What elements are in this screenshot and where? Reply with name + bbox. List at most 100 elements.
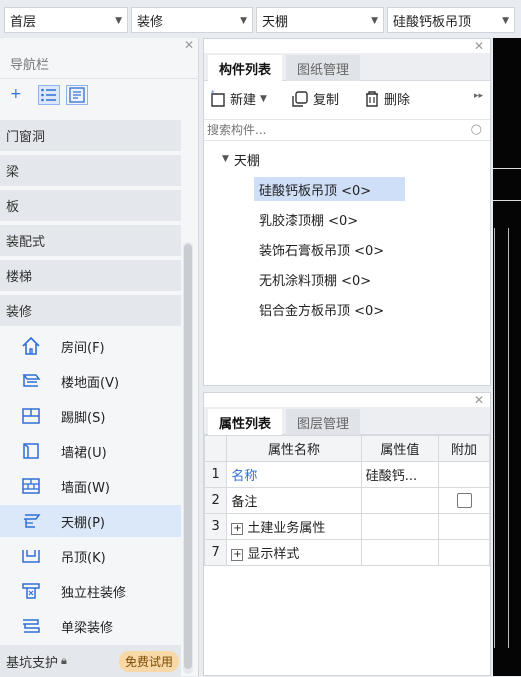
list-view-icon[interactable]: [38, 85, 60, 105]
nav-subitem-label: 吊顶(K): [61, 550, 106, 566]
nav-category-label: 门窗洞: [6, 130, 46, 145]
nav-subitem-ceiling[interactable]: 天棚(P): [0, 505, 181, 537]
nav-category-slab[interactable]: 板: [0, 190, 181, 222]
copy-icon: [292, 90, 308, 107]
canvas-border-line: [493, 200, 521, 201]
search-box[interactable]: ○: [204, 119, 490, 141]
tree-item[interactable]: 乳胶漆顶棚 <0>: [259, 207, 358, 231]
new-button-label: 新建: [230, 93, 257, 108]
property-value[interactable]: [360, 539, 440, 566]
close-icon[interactable]: ✕: [474, 393, 484, 407]
nav-subitem-label: 踢脚(S): [61, 410, 106, 426]
column-decor-icon: [20, 581, 42, 601]
nav-category-label: 楼梯: [6, 270, 33, 285]
properties-panel: 属性列表 图层管理 ✕ 属性名称 属性值 附加 1 名称 硅酸钙... 2 备注…: [203, 392, 491, 676]
category-select[interactable]: 装修 ▼: [131, 7, 253, 33]
table-row[interactable]: 2 备注: [203, 487, 490, 514]
element-type-select[interactable]: 天棚 ▼: [256, 7, 384, 33]
property-value[interactable]: [360, 513, 440, 540]
row-number: 2: [203, 487, 228, 514]
nav-subitem-wainscot[interactable]: 墙裙(U): [0, 435, 181, 467]
tree-item-selected[interactable]: 硅酸钙板吊顶 <0>: [254, 177, 405, 201]
tree-item[interactable]: 无机涂料顶棚 <0>: [259, 267, 371, 291]
chevron-down-icon: ▼: [260, 93, 267, 104]
subtype-select-value: 硅酸钙板吊顶: [393, 14, 472, 30]
nav-header-line: [0, 78, 199, 79]
tab-properties[interactable]: 属性列表: [208, 409, 282, 435]
nav-subitem-suspended-ceiling[interactable]: 吊顶(K): [0, 540, 181, 572]
new-button[interactable]: * 新建 ▼: [210, 89, 267, 109]
add-element-icon[interactable]: +: [10, 86, 28, 104]
skirting-icon: [20, 406, 42, 426]
table-row[interactable]: 3 + 土建业务属性: [203, 513, 490, 540]
nav-subitem-label: 独立柱装修: [61, 585, 127, 601]
search-input[interactable]: [207, 123, 457, 137]
nav-category-label: 装配式: [6, 235, 46, 250]
nav-category-label: 基坑支护: [6, 655, 59, 671]
property-value[interactable]: [360, 487, 440, 514]
close-icon[interactable]: ✕: [474, 39, 484, 53]
column-header-index: [203, 435, 228, 462]
wall-face-icon: [20, 476, 42, 496]
free-trial-badge[interactable]: 免费试用: [118, 651, 179, 672]
canvas-border-line: [493, 168, 521, 169]
tab-layer-management[interactable]: 图层管理: [286, 409, 360, 435]
nav-subitem-column-decor[interactable]: 独立柱装修: [0, 575, 181, 607]
nav-category-pit-support[interactable]: 基坑支护 🔒︎ 免费试用: [0, 645, 181, 677]
property-extra: [438, 539, 490, 566]
nav-scrollbar-thumb[interactable]: [184, 244, 192, 669]
property-name: 名称: [226, 461, 362, 488]
chevron-down-icon: ▼: [502, 16, 509, 26]
expand-icon[interactable]: +: [231, 548, 244, 561]
copy-button[interactable]: 复制: [291, 89, 339, 108]
column-header-value: 属性值: [360, 435, 440, 462]
nav-category-prefab[interactable]: 装配式: [0, 225, 181, 257]
property-name: 土建业务属性: [247, 521, 326, 536]
table-row[interactable]: 1 名称 硅酸钙...: [203, 461, 490, 488]
tab-label: 属性列表: [218, 416, 271, 432]
new-file-icon: *: [211, 90, 225, 107]
property-value[interactable]: 硅酸钙...: [360, 461, 440, 488]
nav-subitem-skirting[interactable]: 踢脚(S): [0, 400, 181, 432]
lock-icon: 🔒︎: [61, 654, 67, 667]
table-header-row: 属性名称 属性值 附加: [203, 435, 490, 462]
nav-subitem-beam-decor[interactable]: 单梁装修: [0, 610, 181, 642]
nav-category-label: 装修: [6, 305, 33, 320]
tab-component-list[interactable]: 构件列表: [208, 55, 282, 81]
more-actions-icon[interactable]: ▸▸: [474, 91, 483, 101]
trash-icon: [366, 90, 378, 107]
nav-category-stairs[interactable]: 楼梯: [0, 260, 181, 292]
nav-subitem-label: 墙裙(U): [61, 445, 107, 461]
property-name: 备注: [226, 487, 362, 514]
delete-button[interactable]: 删除: [364, 89, 410, 108]
row-number: 1: [203, 461, 228, 488]
expand-icon[interactable]: +: [231, 522, 244, 535]
nav-subitem-wall-face[interactable]: 墙面(W): [0, 470, 181, 502]
nav-subitem-floor[interactable]: 楼地面(V): [0, 365, 181, 397]
chevron-down-icon: ▼: [115, 16, 122, 26]
nav-subitem-label: 楼地面(V): [61, 375, 120, 391]
navigation-panel: ✕ 导航栏 + 门窗洞 梁 板 装配式 楼梯 装修 房间(F) 楼地面(V) 踢…: [0, 38, 199, 677]
detail-view-icon[interactable]: [66, 85, 88, 105]
nav-category-beam[interactable]: 梁: [0, 155, 181, 187]
tree-item-label: 硅酸钙板吊顶 <0>: [259, 183, 372, 199]
copy-button-label: 复制: [313, 93, 340, 108]
nav-subitem-room[interactable]: 房间(F): [0, 330, 181, 362]
tree-root-node[interactable]: ▼ 天棚: [222, 147, 260, 171]
svg-text:*: *: [211, 90, 215, 97]
nav-category-label: 板: [6, 200, 20, 215]
nav-category-decoration[interactable]: 装修: [0, 295, 181, 327]
nav-category-label: 梁: [6, 165, 20, 180]
subtype-select[interactable]: 硅酸钙板吊顶 ▼: [387, 7, 515, 33]
checkbox[interactable]: [456, 493, 472, 508]
table-row[interactable]: 7 + 显示样式: [203, 539, 490, 566]
floor-select[interactable]: 首层 ▼: [4, 7, 128, 33]
nav-category-doors-openings[interactable]: 门窗洞: [0, 120, 181, 152]
tree-item[interactable]: 装饰石膏板吊顶 <0>: [259, 237, 384, 261]
column-header-name: 属性名称: [226, 435, 362, 462]
nav-subitem-label: 墙面(W): [61, 480, 110, 496]
tab-drawing-management[interactable]: 图纸管理: [286, 55, 360, 81]
tree-item[interactable]: 铝合金方板吊顶 <0>: [259, 297, 384, 321]
search-icon[interactable]: ○: [471, 122, 482, 137]
close-icon[interactable]: ✕: [184, 38, 194, 52]
